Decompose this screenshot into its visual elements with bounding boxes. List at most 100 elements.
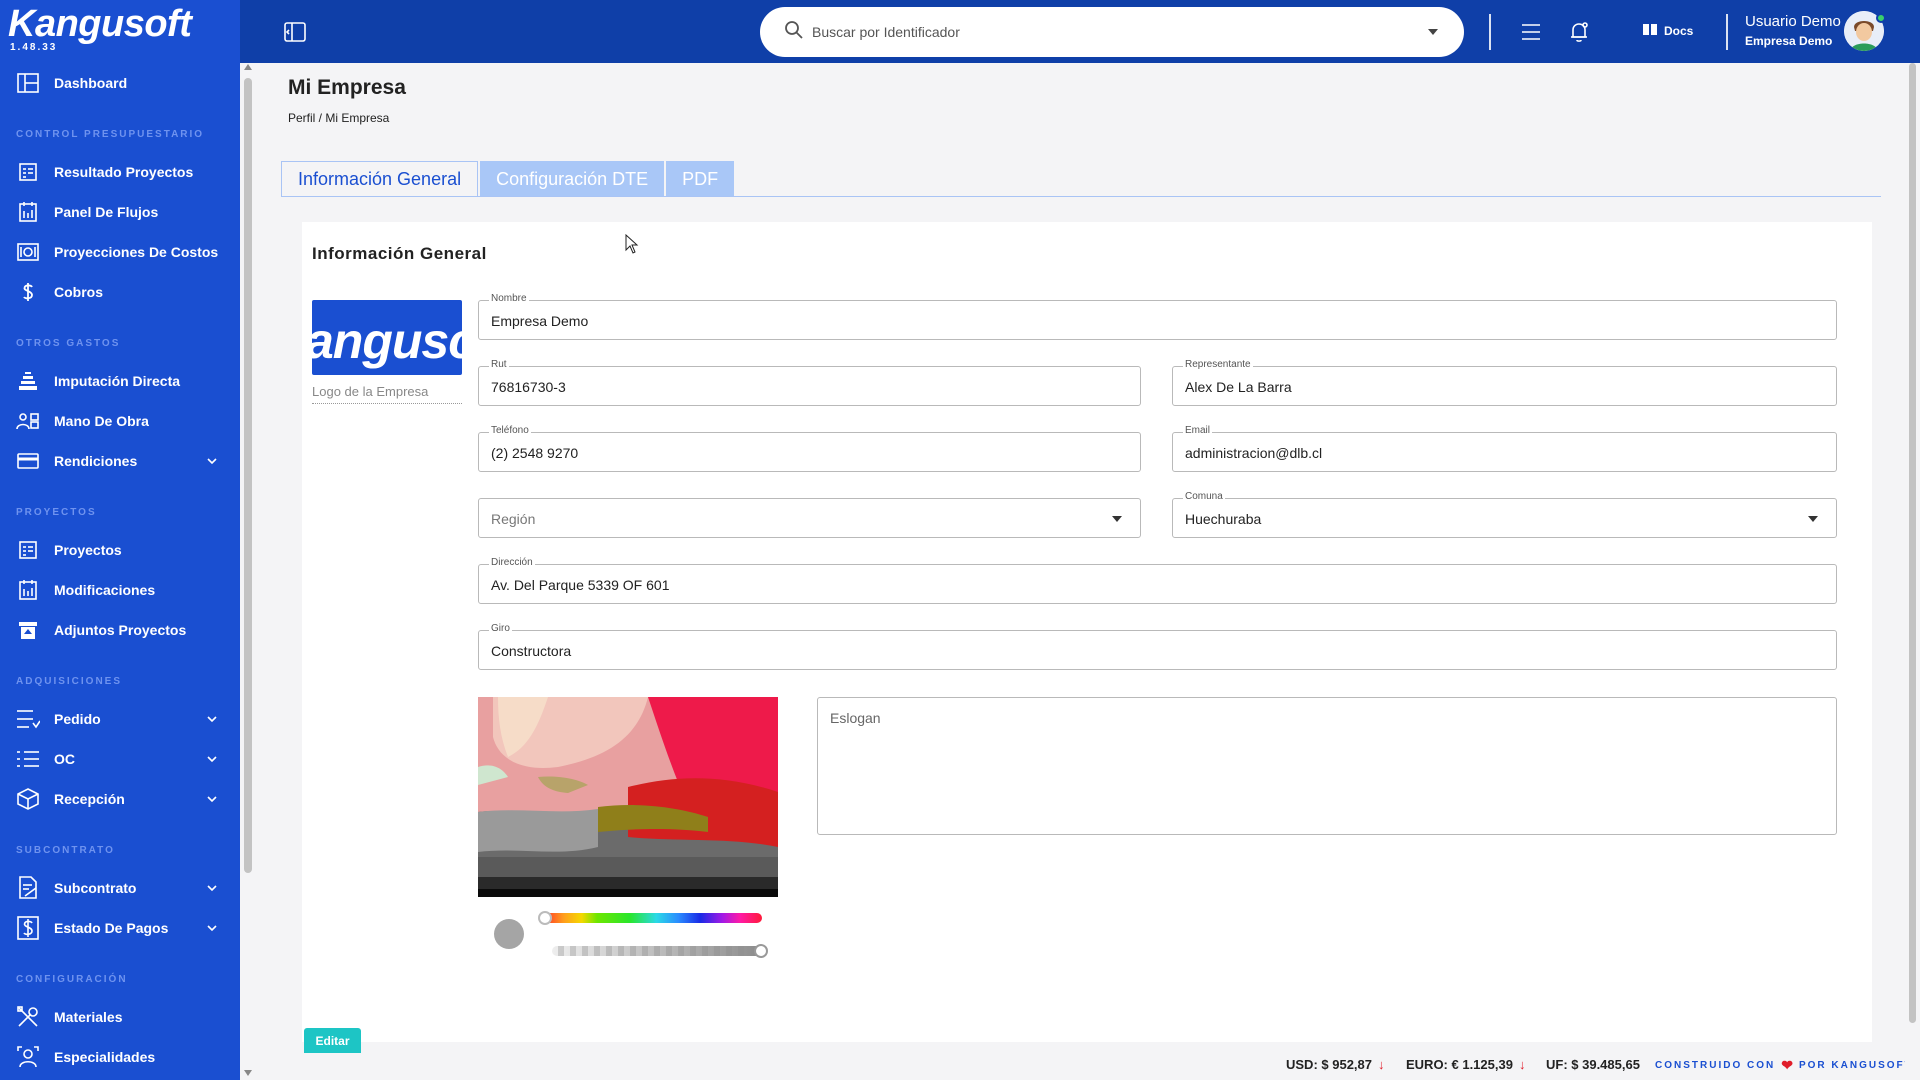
projection-icon: [16, 241, 40, 263]
sidebar-item-label: Mano De Obra: [54, 413, 149, 429]
dropdown-arrow-icon[interactable]: [1112, 516, 1122, 522]
checklist-icon: [16, 748, 40, 770]
sidebar-item-cobros[interactable]: Cobros: [0, 272, 240, 312]
search-bar[interactable]: [760, 7, 1464, 57]
field-value[interactable]: Huechuraba: [1185, 511, 1261, 527]
main-scroll-thumb[interactable]: [1909, 63, 1916, 1023]
company-logo[interactable]: angusc: [312, 300, 462, 375]
search-input[interactable]: [812, 24, 1392, 40]
user-menu[interactable]: Usuario Demo Empresa Demo: [1745, 13, 1841, 48]
dropdown-arrow-icon[interactable]: [1808, 516, 1818, 522]
user-name[interactable]: Usuario Demo: [1745, 13, 1841, 30]
field-value[interactable]: (2) 2548 9270: [491, 445, 578, 461]
tab-configuracion-dte[interactable]: Configuración DTE: [480, 161, 665, 197]
field-value[interactable]: Constructora: [491, 643, 571, 659]
alpha-slider[interactable]: [552, 946, 762, 956]
field-label: Email: [1183, 425, 1213, 436]
sidebar-item-proyecciones-de-costos[interactable]: Proyecciones De Costos: [0, 232, 240, 272]
sidebar-item-dashboard[interactable]: Dashboard: [0, 63, 240, 103]
tab-pdf[interactable]: PDF: [666, 161, 735, 197]
chevron-down-icon[interactable]: [204, 880, 220, 896]
sidebar-item-modificaciones[interactable]: Modificaciones: [0, 570, 240, 610]
sidebar-item-label: Materiales: [54, 1009, 123, 1025]
field-value[interactable]: 76816730-3: [491, 379, 566, 395]
scroll-down-arrow-icon[interactable]: [244, 1070, 252, 1076]
brand[interactable]: Kangusoft 1.48.33: [0, 0, 240, 63]
sidebar-section-otros-gastos: OTROS GASTOS: [16, 338, 121, 349]
sidebar-item-mano-de-obra[interactable]: Mano De Obra: [0, 401, 240, 441]
sidebar-scroll-thumb[interactable]: [244, 78, 252, 873]
sidebar-item-label: Imputación Directa: [54, 373, 181, 389]
field-label: Representante: [1183, 359, 1253, 370]
sidebar-item-materiales[interactable]: Materiales: [0, 997, 240, 1037]
user-company[interactable]: Empresa Demo: [1745, 34, 1841, 48]
sidebar-item-adjuntos-proyectos[interactable]: Adjuntos Proyectos: [0, 610, 240, 650]
logo-caption[interactable]: Logo de la Empresa: [312, 384, 462, 404]
sidebar-item-label: Estado De Pagos: [54, 920, 169, 936]
direccion-field[interactable]: Dirección Av. Del Parque 5339 OF 601: [478, 557, 1837, 604]
field-value[interactable]: Av. Del Parque 5339 OF 601: [491, 577, 669, 593]
box-icon: [16, 788, 40, 810]
sidebar-item-especialidades[interactable]: Especialidades: [0, 1037, 240, 1077]
email-field[interactable]: Email administracion@dlb.cl: [1172, 425, 1837, 472]
region-select[interactable]: Región: [478, 498, 1141, 538]
bell-icon[interactable]: [1567, 20, 1591, 44]
workers-icon: [16, 410, 40, 432]
tab-informacion-general[interactable]: Información General: [281, 161, 479, 197]
comuna-select[interactable]: Comuna Huechuraba: [1172, 491, 1837, 538]
docs-link[interactable]: Docs: [1642, 22, 1693, 39]
sidebar-item-label: Dashboard: [54, 75, 128, 91]
sidebar-section-control-presupuestario: CONTROL PRESUPUESTARIO: [16, 129, 205, 140]
menu-icon[interactable]: [1519, 20, 1543, 44]
usd-rate-label: USD: $ 952,87: [1286, 1056, 1372, 1072]
chevron-down-icon[interactable]: [204, 920, 220, 936]
search-dropdown-icon[interactable]: [1428, 29, 1438, 35]
sidebar-item-rendiciones[interactable]: Rendiciones: [0, 441, 240, 481]
breadcrumb[interactable]: Perfil / Mi Empresa: [288, 111, 389, 125]
chevron-down-icon[interactable]: [204, 711, 220, 727]
search-icon: [784, 20, 804, 45]
sidebar-item-resultado-proyectos[interactable]: Resultado Proyectos: [0, 152, 240, 192]
hue-slider[interactable]: [542, 913, 762, 923]
chevron-down-icon[interactable]: [204, 751, 220, 767]
sidebar-item-label: Rendiciones: [54, 453, 138, 469]
hue-slider-handle[interactable]: [538, 911, 552, 925]
nombre-field[interactable]: Nombre Empresa Demo: [478, 293, 1837, 340]
giro-field[interactable]: Giro Constructora: [478, 623, 1837, 670]
color-preview-swatch: [494, 919, 524, 949]
sidebar-item-subcontrato[interactable]: Subcontrato: [0, 868, 240, 908]
sidebar-item-panel-de-flujos[interactable]: Panel De Flujos: [0, 192, 240, 232]
sidebar-item-oc[interactable]: OC: [0, 739, 240, 779]
sidebar-scrollbar[interactable]: [241, 60, 255, 1080]
field-label: Giro: [489, 623, 512, 634]
tools-icon: [16, 1006, 40, 1028]
chevron-down-icon[interactable]: [204, 453, 220, 469]
brand-logo[interactable]: Kangusoft: [8, 4, 240, 44]
specialist-icon: [16, 1046, 40, 1068]
sidebar-item-recepcion[interactable]: Recepción: [0, 779, 240, 819]
eslogan-textarea[interactable]: Eslogan: [817, 697, 1837, 835]
card-icon: [16, 450, 40, 472]
sidebar-item-estado-de-pagos[interactable]: Estado De Pagos: [0, 908, 240, 948]
arrow-down-icon: ↓: [1518, 1056, 1526, 1072]
field-value[interactable]: Empresa Demo: [491, 313, 588, 329]
sidebar-toggle-icon[interactable]: [283, 20, 307, 44]
alpha-slider-handle[interactable]: [754, 944, 768, 958]
color-picker-area[interactable]: [478, 697, 778, 897]
scroll-up-arrow-icon[interactable]: [244, 64, 252, 70]
sidebar-item-imputacion-directa[interactable]: Imputación Directa: [0, 361, 240, 401]
representante-field[interactable]: Representante Alex De La Barra: [1172, 359, 1837, 406]
main-scrollbar[interactable]: [1905, 63, 1920, 1080]
field-value[interactable]: administracion@dlb.cl: [1185, 445, 1322, 461]
sidebar-item-label: Panel De Flujos: [54, 204, 159, 220]
docs-label[interactable]: Docs: [1664, 24, 1693, 38]
rut-field[interactable]: Rut 76816730-3: [478, 359, 1141, 406]
chevron-down-icon[interactable]: [204, 791, 220, 807]
sidebar-item-label: Cobros: [54, 284, 103, 300]
edit-button[interactable]: Editar: [304, 1028, 361, 1053]
telefono-field[interactable]: Teléfono (2) 2548 9270: [478, 425, 1141, 472]
sidebar-item-proyectos[interactable]: Proyectos: [0, 530, 240, 570]
field-value[interactable]: Alex De La Barra: [1185, 379, 1292, 395]
sidebar-item-pedido[interactable]: Pedido: [0, 699, 240, 739]
sidebar-item-label: OC: [54, 751, 75, 767]
